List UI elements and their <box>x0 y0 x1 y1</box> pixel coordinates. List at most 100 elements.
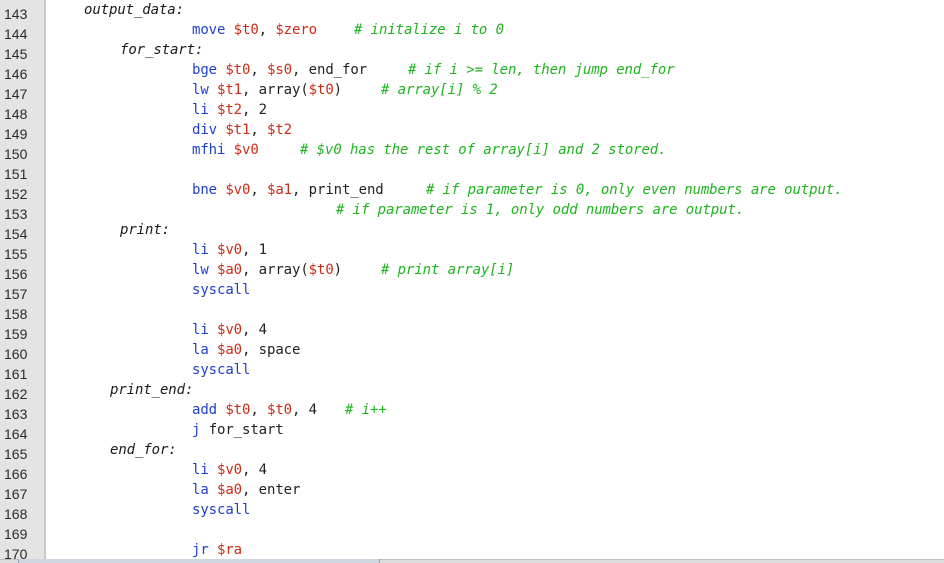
register-operand: $v0 <box>233 142 259 158</box>
code-line[interactable]: 161 syscall <box>0 360 944 382</box>
instruction-statement: div $t1, $t2 <box>192 120 292 140</box>
code-comment: # $v0 has the rest of array[i] and 2 sto… <box>300 142 667 158</box>
operand-text: , array( <box>242 262 309 278</box>
instruction-mnemonic: jr <box>192 542 209 558</box>
instruction-statement: mfhi $v0 <box>192 140 259 160</box>
register-operand: $t2 <box>267 122 293 138</box>
operand-text: , enter <box>242 482 301 498</box>
instruction-statement: li $v0, 1 <box>192 240 267 260</box>
code-line[interactable]: 149 div $t1, $t2 <box>0 120 944 142</box>
instruction-statement: jr $ra <box>192 540 242 560</box>
code-line[interactable]: 144 move $t0, $zero # initalize i to 0 <box>0 20 944 42</box>
code-line[interactable]: 148 li $t2, 2 <box>0 100 944 122</box>
register-operand: $t0 <box>267 402 293 418</box>
code-line[interactable]: 165 end_for: <box>0 440 944 462</box>
register-operand: $t0 <box>225 402 251 418</box>
instruction-mnemonic: la <box>192 342 209 358</box>
code-line[interactable]: 168 syscall <box>0 500 944 522</box>
instruction-statement: add $t0, $t0, 4 <box>192 400 317 420</box>
code-line[interactable]: 150 mfhi $v0 # $v0 has the rest of array[i… <box>0 140 944 162</box>
register-operand: $v0 <box>217 462 243 478</box>
operand-text: , space <box>242 342 301 358</box>
instruction-statement: li $v0, 4 <box>192 320 267 340</box>
code-line[interactable]: 146 bge $t0, $s0, end_for # if i >= len, t… <box>0 60 944 82</box>
instruction-mnemonic: mfhi <box>192 142 226 158</box>
code-line[interactable]: 169 <box>0 520 944 542</box>
code-line[interactable]: 152 bne $v0, $a1, print_end # if parameter… <box>0 180 944 202</box>
code-comment: # if i >= len, then jump end_for <box>408 62 675 78</box>
code-line[interactable]: 159 li $v0, 4 <box>0 320 944 342</box>
instruction-mnemonic: li <box>192 322 209 338</box>
code-label: output_data: <box>84 2 184 18</box>
code-line[interactable]: 166 li $v0, 4 <box>0 460 944 482</box>
operand-text: , 2 <box>242 102 268 118</box>
register-operand: $v0 <box>217 242 243 258</box>
instruction-statement: li $t2, 2 <box>192 100 267 120</box>
register-operand: $t1 <box>217 82 243 98</box>
operand-text: , <box>250 122 268 138</box>
instruction-statement: syscall <box>192 360 250 380</box>
register-operand: $v0 <box>225 182 251 198</box>
code-line[interactable]: 145 for_start: <box>0 40 944 62</box>
code-editor[interactable]: 143 output_data: 144 move $t0, $zero # inita… <box>0 0 944 563</box>
instruction-statement: bge $t0, $s0, end_for <box>192 60 367 80</box>
code-line[interactable]: 170 jr $ra <box>0 540 944 562</box>
register-operand: $ra <box>217 542 243 558</box>
instruction-mnemonic: la <box>192 482 209 498</box>
register-operand: $t0 <box>233 22 259 38</box>
instruction-mnemonic: j <box>192 422 201 438</box>
code-line[interactable]: 163 add $t0, $t0, 4 # i++ <box>0 400 944 422</box>
code-line[interactable]: 157 syscall <box>0 280 944 302</box>
register-operand: $v0 <box>217 322 243 338</box>
code-comment: # if parameter is 0, only even numbers a… <box>426 182 843 198</box>
code-line[interactable]: 164 j for_start <box>0 420 944 442</box>
code-comment: # i++ <box>345 402 387 418</box>
register-operand: $a1 <box>267 182 293 198</box>
instruction-mnemonic: bge <box>192 62 217 78</box>
code-line[interactable]: 147 lw $t1, array($t0) # array[i] % 2 <box>0 80 944 102</box>
operand-text: , 4 <box>242 322 268 338</box>
instruction-statement: syscall <box>192 500 250 520</box>
instruction-mnemonic: li <box>192 102 209 118</box>
register-operand: $a0 <box>217 262 243 278</box>
register-operand: $t0 <box>308 82 334 98</box>
code-line[interactable]: 154 print: <box>0 220 944 242</box>
instruction-statement: move $t0, $zero <box>192 20 317 40</box>
code-line[interactable]: 160 la $a0, space <box>0 340 944 362</box>
instruction-statement: syscall <box>192 280 250 300</box>
operand-text: , print_end <box>292 182 384 198</box>
instruction-mnemonic: bne <box>192 182 217 198</box>
code-line[interactable]: 151 <box>0 160 944 182</box>
instruction-mnemonic: add <box>192 402 217 418</box>
operand-text: , end_for <box>292 62 367 78</box>
code-line[interactable]: 156 lw $a0, array($t0) # print array[i] <box>0 260 944 282</box>
code-line[interactable]: 158 <box>0 300 944 322</box>
code-line[interactable]: 153 # if parameter is 1, only odd numbers… <box>0 200 944 222</box>
register-operand: $a0 <box>217 482 243 498</box>
instruction-statement: bne $v0, $a1, print_end <box>192 180 384 200</box>
operand-text: , <box>250 62 268 78</box>
code-label: print_end: <box>110 382 194 398</box>
code-line[interactable]: 155 li $v0, 1 <box>0 240 944 262</box>
code-line[interactable]: 167 la $a0, enter <box>0 480 944 502</box>
instruction-statement: lw $a0, array($t0) <box>192 260 342 280</box>
register-operand: $a0 <box>217 342 243 358</box>
instruction-mnemonic: lw <box>192 82 209 98</box>
instruction-mnemonic: move <box>192 22 226 38</box>
code-label: for_start: <box>120 42 204 58</box>
instruction-statement: la $a0, space <box>192 340 300 360</box>
operand-text: , 4 <box>242 462 268 478</box>
code-line[interactable]: 143 output_data: <box>0 0 944 22</box>
code-comment: # if parameter is 1, only odd numbers ar… <box>336 202 745 218</box>
operand-text: , <box>258 22 276 38</box>
instruction-mnemonic: lw <box>192 262 209 278</box>
code-comment: # array[i] % 2 <box>381 82 498 98</box>
operand-text: for_start <box>208 422 284 438</box>
instruction-mnemonic: syscall <box>192 502 251 518</box>
instruction-statement: j for_start <box>192 420 284 440</box>
scrollbar-thumb[interactable] <box>18 559 380 563</box>
code-line[interactable]: 162 print_end: <box>0 380 944 402</box>
operand-text: , 4 <box>292 402 318 418</box>
instruction-mnemonic: div <box>192 122 217 138</box>
instruction-statement: li $v0, 4 <box>192 460 267 480</box>
